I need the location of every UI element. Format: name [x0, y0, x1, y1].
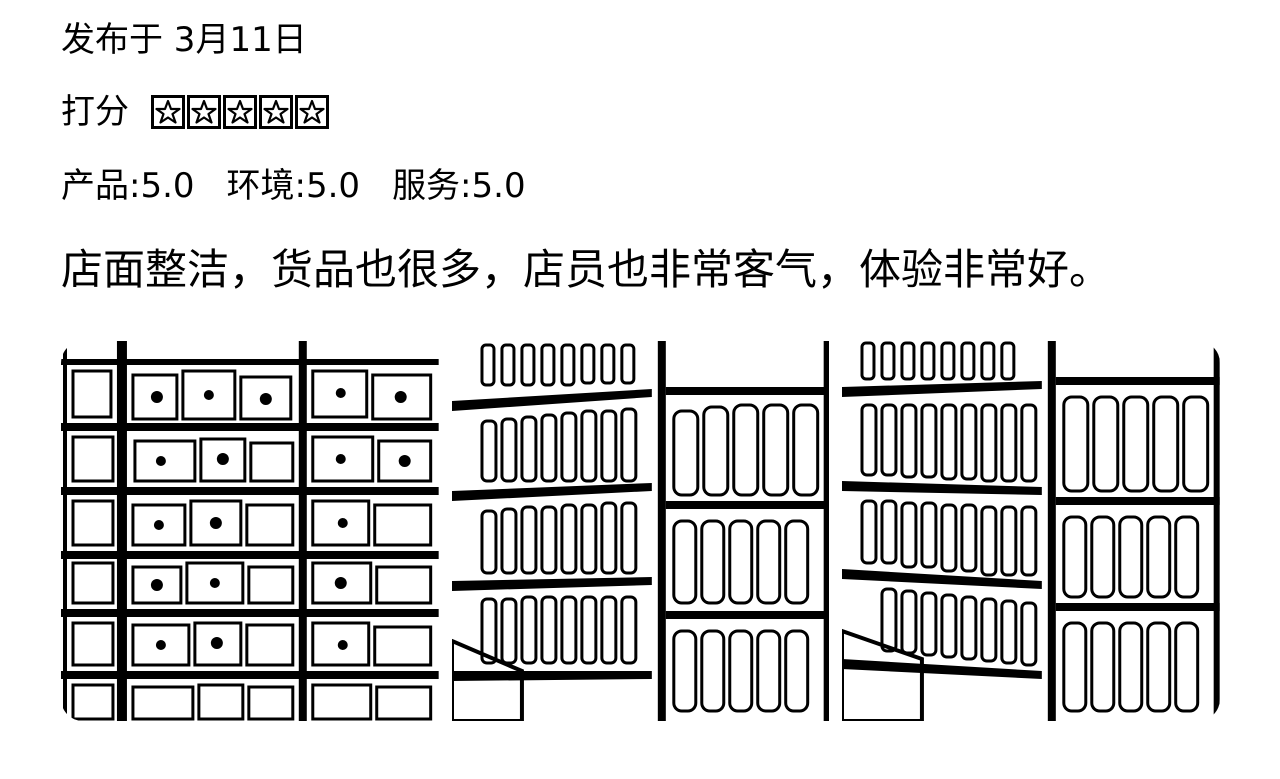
score-environment: 环境:5.0: [226, 166, 361, 206]
star-icon: [259, 95, 293, 129]
photo-3[interactable]: [842, 341, 1220, 721]
photo-2[interactable]: [451, 341, 830, 721]
bottle-shelves-image: [451, 341, 830, 721]
photo-1[interactable]: [61, 341, 439, 721]
rating-label: 打分: [61, 92, 129, 132]
snack-shelves-image: [61, 341, 439, 721]
review-text: 店面整洁，货品也很多，店员也非常客气，体验非常好。: [61, 245, 1112, 294]
rating-row: 打分: [61, 88, 329, 136]
score-service: 服务:5.0: [392, 166, 526, 206]
star-icon: [187, 95, 221, 129]
star-icon: [223, 95, 257, 129]
bottle-shelves-image: [842, 341, 1220, 721]
star-rating: [151, 95, 329, 129]
review-date: 发布于 3月11日: [61, 20, 307, 60]
score-product: 产品:5.0: [61, 166, 195, 206]
star-icon: [295, 95, 329, 129]
star-icon: [151, 95, 185, 129]
photo-gallery: [61, 341, 1220, 721]
sub-scores: 产品:5.0 环境:5.0 服务:5.0: [61, 162, 526, 210]
